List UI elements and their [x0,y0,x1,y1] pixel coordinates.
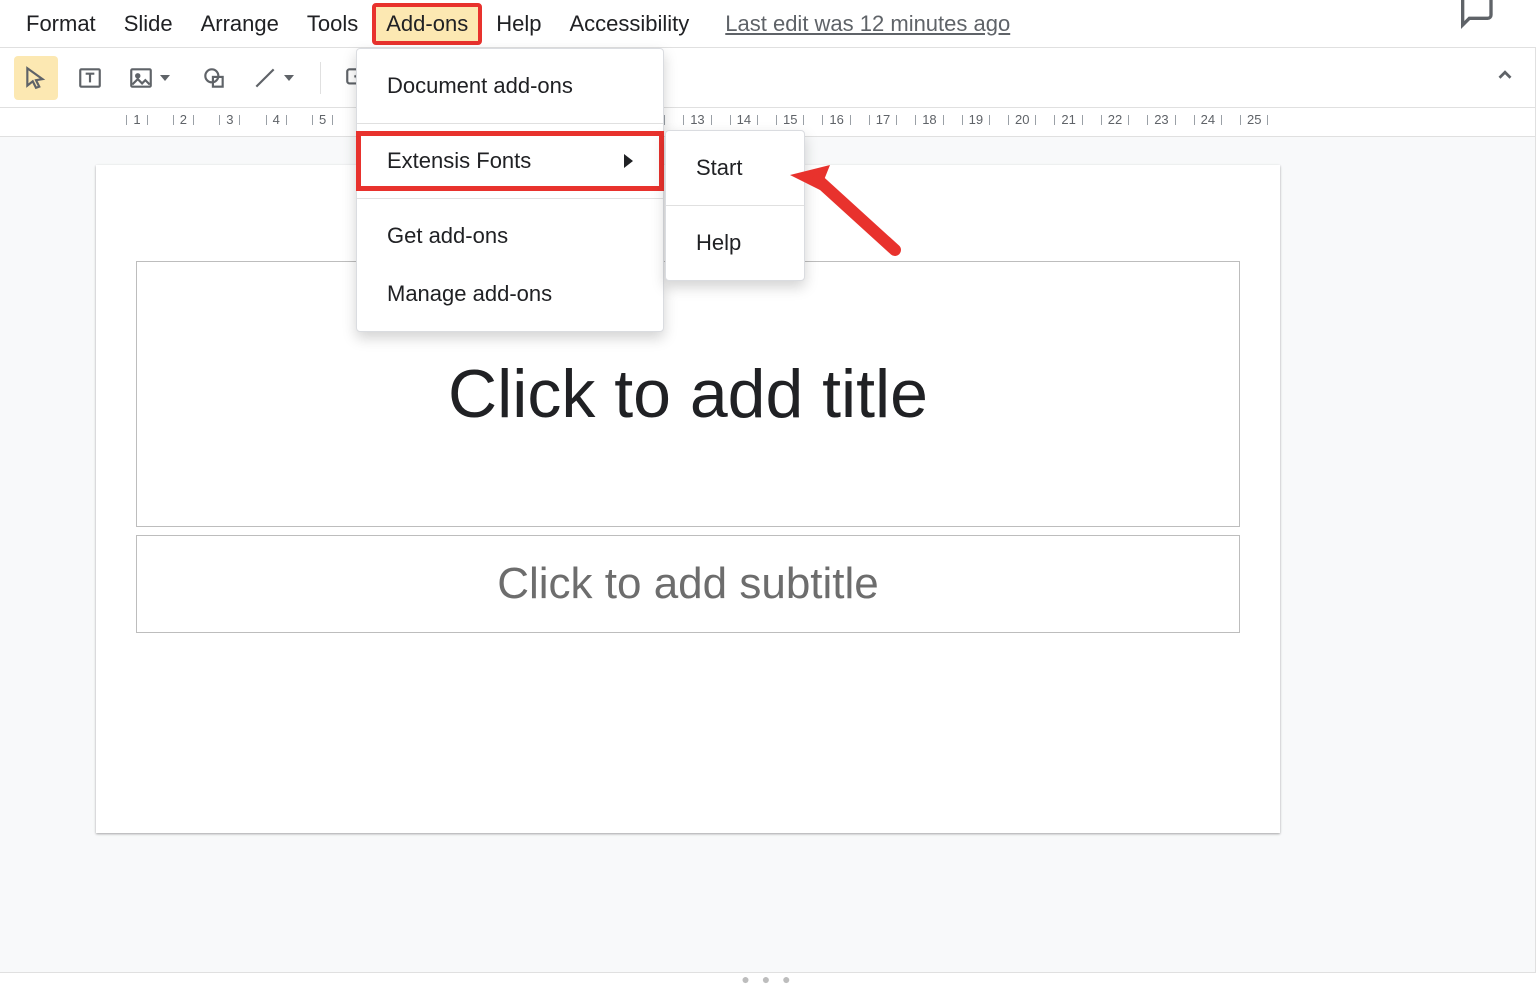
ruler-tick: 21 [1054,112,1082,127]
menu-separator [357,198,663,199]
textbox-tool[interactable] [68,56,112,100]
collapse-toolbar-icon[interactable] [1494,64,1516,92]
ruler-tick: 25 [1240,112,1268,127]
shape-tool[interactable] [192,56,236,100]
menu-accessibility[interactable]: Accessibility [557,5,701,43]
addons-extensis-fonts[interactable]: Extensis Fonts [357,132,663,190]
comment-icon[interactable] [1456,0,1496,36]
subtitle-placeholder[interactable]: Click to add subtitle [136,535,1240,633]
menu-separator [666,205,804,206]
menu-label: Get add-ons [387,223,508,249]
ruler-tick: 2 [173,112,194,127]
extensis-start[interactable]: Start [666,139,804,197]
ruler-tick: 18 [915,112,943,127]
menu-label: Document add-ons [387,73,573,99]
menu-addons[interactable]: Add-ons [374,5,480,43]
ruler-tick: 16 [822,112,850,127]
menu-label: Help [696,230,741,256]
ruler-tick: 4 [266,112,287,127]
addons-get-addons[interactable]: Get add-ons [357,207,663,265]
extensis-help[interactable]: Help [666,214,804,272]
title-placeholder[interactable]: Click to add title [136,261,1240,527]
ruler-tick: 24 [1194,112,1222,127]
addons-manage-addons[interactable]: Manage add-ons [357,265,663,323]
bottom-drag-handle[interactable]: ● ● ● [0,973,1536,985]
menu-label: Extensis Fonts [387,148,531,174]
menu-label: Start [696,155,742,181]
ruler-tick: 20 [1008,112,1036,127]
toolbar: me Transition [0,48,1536,108]
ruler-tick: 13 [683,112,711,127]
menu-label: Manage add-ons [387,281,552,307]
toolbar-divider [320,62,321,94]
chevron-down-icon [160,75,170,81]
submenu-arrow-icon [624,154,633,168]
select-tool[interactable] [14,56,58,100]
ruler-tick: 22 [1101,112,1129,127]
extensis-submenu: Start Help [665,130,805,281]
ruler-tick: 1 [126,112,147,127]
ruler-tick: 17 [869,112,897,127]
addons-dropdown: Document add-ons Extensis Fonts Get add-… [356,48,664,332]
image-tool[interactable] [122,56,182,100]
ruler-tick: 3 [219,112,240,127]
ruler-tick: 5 [312,112,333,127]
ruler-tick: 15 [776,112,804,127]
line-tool[interactable] [246,56,306,100]
menu-bar: Format Slide Arrange Tools Add-ons Help … [0,0,1536,48]
menu-slide[interactable]: Slide [112,5,185,43]
ruler-tick: 14 [730,112,758,127]
chevron-down-icon [284,75,294,81]
ruler-tick: 19 [962,112,990,127]
last-edit-link[interactable]: Last edit was 12 minutes ago [725,11,1010,37]
addons-document-addons[interactable]: Document add-ons [357,57,663,115]
menu-format[interactable]: Format [14,5,108,43]
horizontal-ruler: 1234567891011121314151617181920212223242… [100,108,1536,136]
menu-arrange[interactable]: Arrange [189,5,291,43]
ruler-tick: 23 [1147,112,1175,127]
menu-tools[interactable]: Tools [295,5,370,43]
menu-separator [357,123,663,124]
menu-help[interactable]: Help [484,5,553,43]
